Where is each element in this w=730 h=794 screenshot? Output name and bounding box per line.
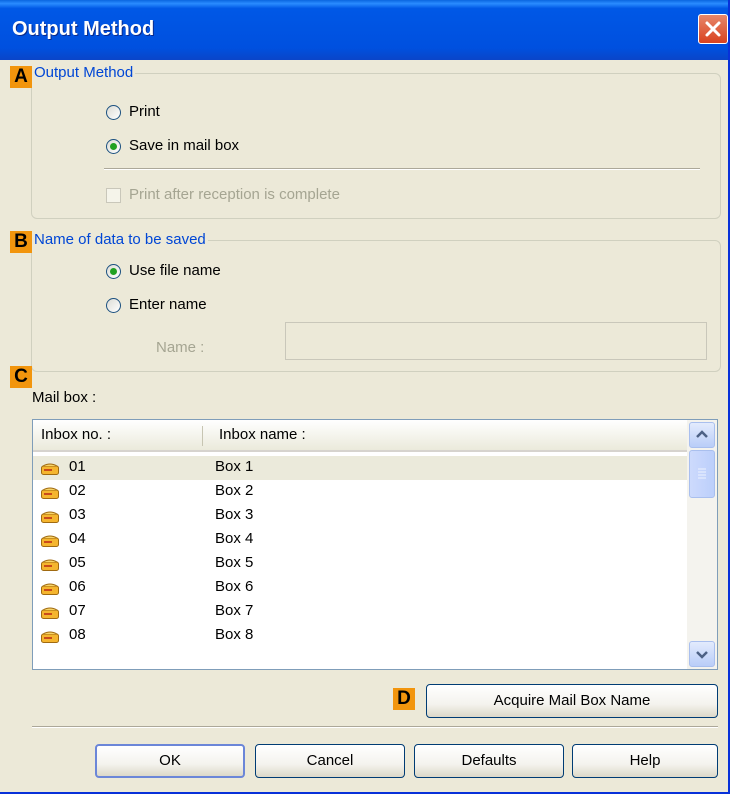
marker-b: B <box>10 231 32 253</box>
print-after-reception-checkbox[interactable] <box>106 188 121 203</box>
mailbox-icon <box>41 511 59 523</box>
acquire-mail-box-name-button[interactable]: Acquire Mail Box Name <box>426 684 718 718</box>
name-of-data-group-title: Name of data to be saved <box>32 231 208 248</box>
list-row-04[interactable]: 04 Box 4 <box>33 528 687 552</box>
list-row-03[interactable]: 03 Box 3 <box>33 504 687 528</box>
inbox-no: 02 <box>69 482 86 499</box>
window-title: Output Method <box>12 18 155 40</box>
mailbox-icon <box>41 631 59 643</box>
list-row-05[interactable]: 05 Box 5 <box>33 552 687 576</box>
use-file-name-label[interactable]: Use file name <box>129 262 221 279</box>
output-method-group-title: Output Method <box>32 64 136 81</box>
enter-name-label[interactable]: Enter name <box>129 296 207 313</box>
name-field-label: Name : <box>156 339 205 356</box>
inbox-name: Box 6 <box>215 578 254 595</box>
print-radio[interactable] <box>106 105 121 120</box>
close-button[interactable] <box>698 14 728 44</box>
grip-icon <box>698 468 706 479</box>
print-after-reception-label[interactable]: Print after reception is complete <box>129 186 340 203</box>
column-header-inbox-name[interactable]: Inbox name : <box>219 426 306 443</box>
ok-button[interactable]: OK <box>95 744 245 778</box>
mailbox-icon <box>41 535 59 547</box>
list-row-07[interactable]: 07 Box 7 <box>33 600 687 624</box>
inbox-no: 03 <box>69 506 86 523</box>
inbox-name: Box 1 <box>215 458 254 475</box>
name-input[interactable] <box>285 322 707 360</box>
save-in-mail-box-radio[interactable] <box>106 139 121 154</box>
chevron-down-icon <box>696 651 708 659</box>
mailbox-icon <box>41 463 59 475</box>
inbox-name: Box 2 <box>215 482 254 499</box>
inbox-no: 08 <box>69 626 86 643</box>
list-row-01[interactable]: 01 Box 1 <box>33 456 687 480</box>
defaults-button[interactable]: Defaults <box>414 744 564 778</box>
help-button[interactable]: Help <box>572 744 718 778</box>
inbox-no: 04 <box>69 530 86 547</box>
title-bar[interactable]: Output Method <box>0 0 728 60</box>
save-in-mail-box-label[interactable]: Save in mail box <box>129 137 239 154</box>
inbox-no: 06 <box>69 578 86 595</box>
inbox-no: 01 <box>69 458 86 475</box>
inbox-name: Box 3 <box>215 506 254 523</box>
mailbox-icon <box>41 583 59 595</box>
list-rows: 01 Box 1 02 Box 2 03 Box 3 04 Box 4 05 B… <box>33 456 687 648</box>
list-header: Inbox no. : Inbox name : <box>33 420 687 452</box>
list-row-02[interactable]: 02 Box 2 <box>33 480 687 504</box>
mailbox-icon <box>41 487 59 499</box>
inbox-name: Box 5 <box>215 554 254 571</box>
output-method-dialog: Output Method A Output Method Print Save… <box>0 0 730 794</box>
marker-c: C <box>10 366 32 388</box>
marker-a: A <box>10 66 32 88</box>
list-scrollbar[interactable] <box>687 420 717 669</box>
cancel-button[interactable]: Cancel <box>255 744 405 778</box>
inbox-name: Box 4 <box>215 530 254 547</box>
print-radio-label[interactable]: Print <box>129 103 160 120</box>
inbox-name: Box 7 <box>215 602 254 619</box>
enter-name-radio[interactable] <box>106 298 121 313</box>
marker-d: D <box>393 688 415 710</box>
chevron-up-icon <box>696 430 708 438</box>
mailbox-icon <box>41 607 59 619</box>
bottom-separator <box>32 726 718 728</box>
scroll-up-button[interactable] <box>689 422 715 448</box>
inbox-name: Box 8 <box>215 626 254 643</box>
scroll-thumb[interactable] <box>689 450 715 498</box>
inbox-no: 07 <box>69 602 86 619</box>
inbox-no: 05 <box>69 554 86 571</box>
column-divider[interactable] <box>202 426 203 446</box>
mail-box-label: Mail box : <box>32 389 97 406</box>
mail-box-list[interactable]: Inbox no. : Inbox name : 01 Box 1 02 Box… <box>32 419 718 670</box>
column-header-inbox-no[interactable]: Inbox no. : <box>41 426 111 443</box>
list-row-06[interactable]: 06 Box 6 <box>33 576 687 600</box>
close-icon <box>705 21 721 37</box>
mailbox-icon <box>41 559 59 571</box>
scroll-down-button[interactable] <box>689 641 715 667</box>
separator <box>104 168 700 170</box>
list-row-08[interactable]: 08 Box 8 <box>33 624 687 648</box>
use-file-name-radio[interactable] <box>106 264 121 279</box>
